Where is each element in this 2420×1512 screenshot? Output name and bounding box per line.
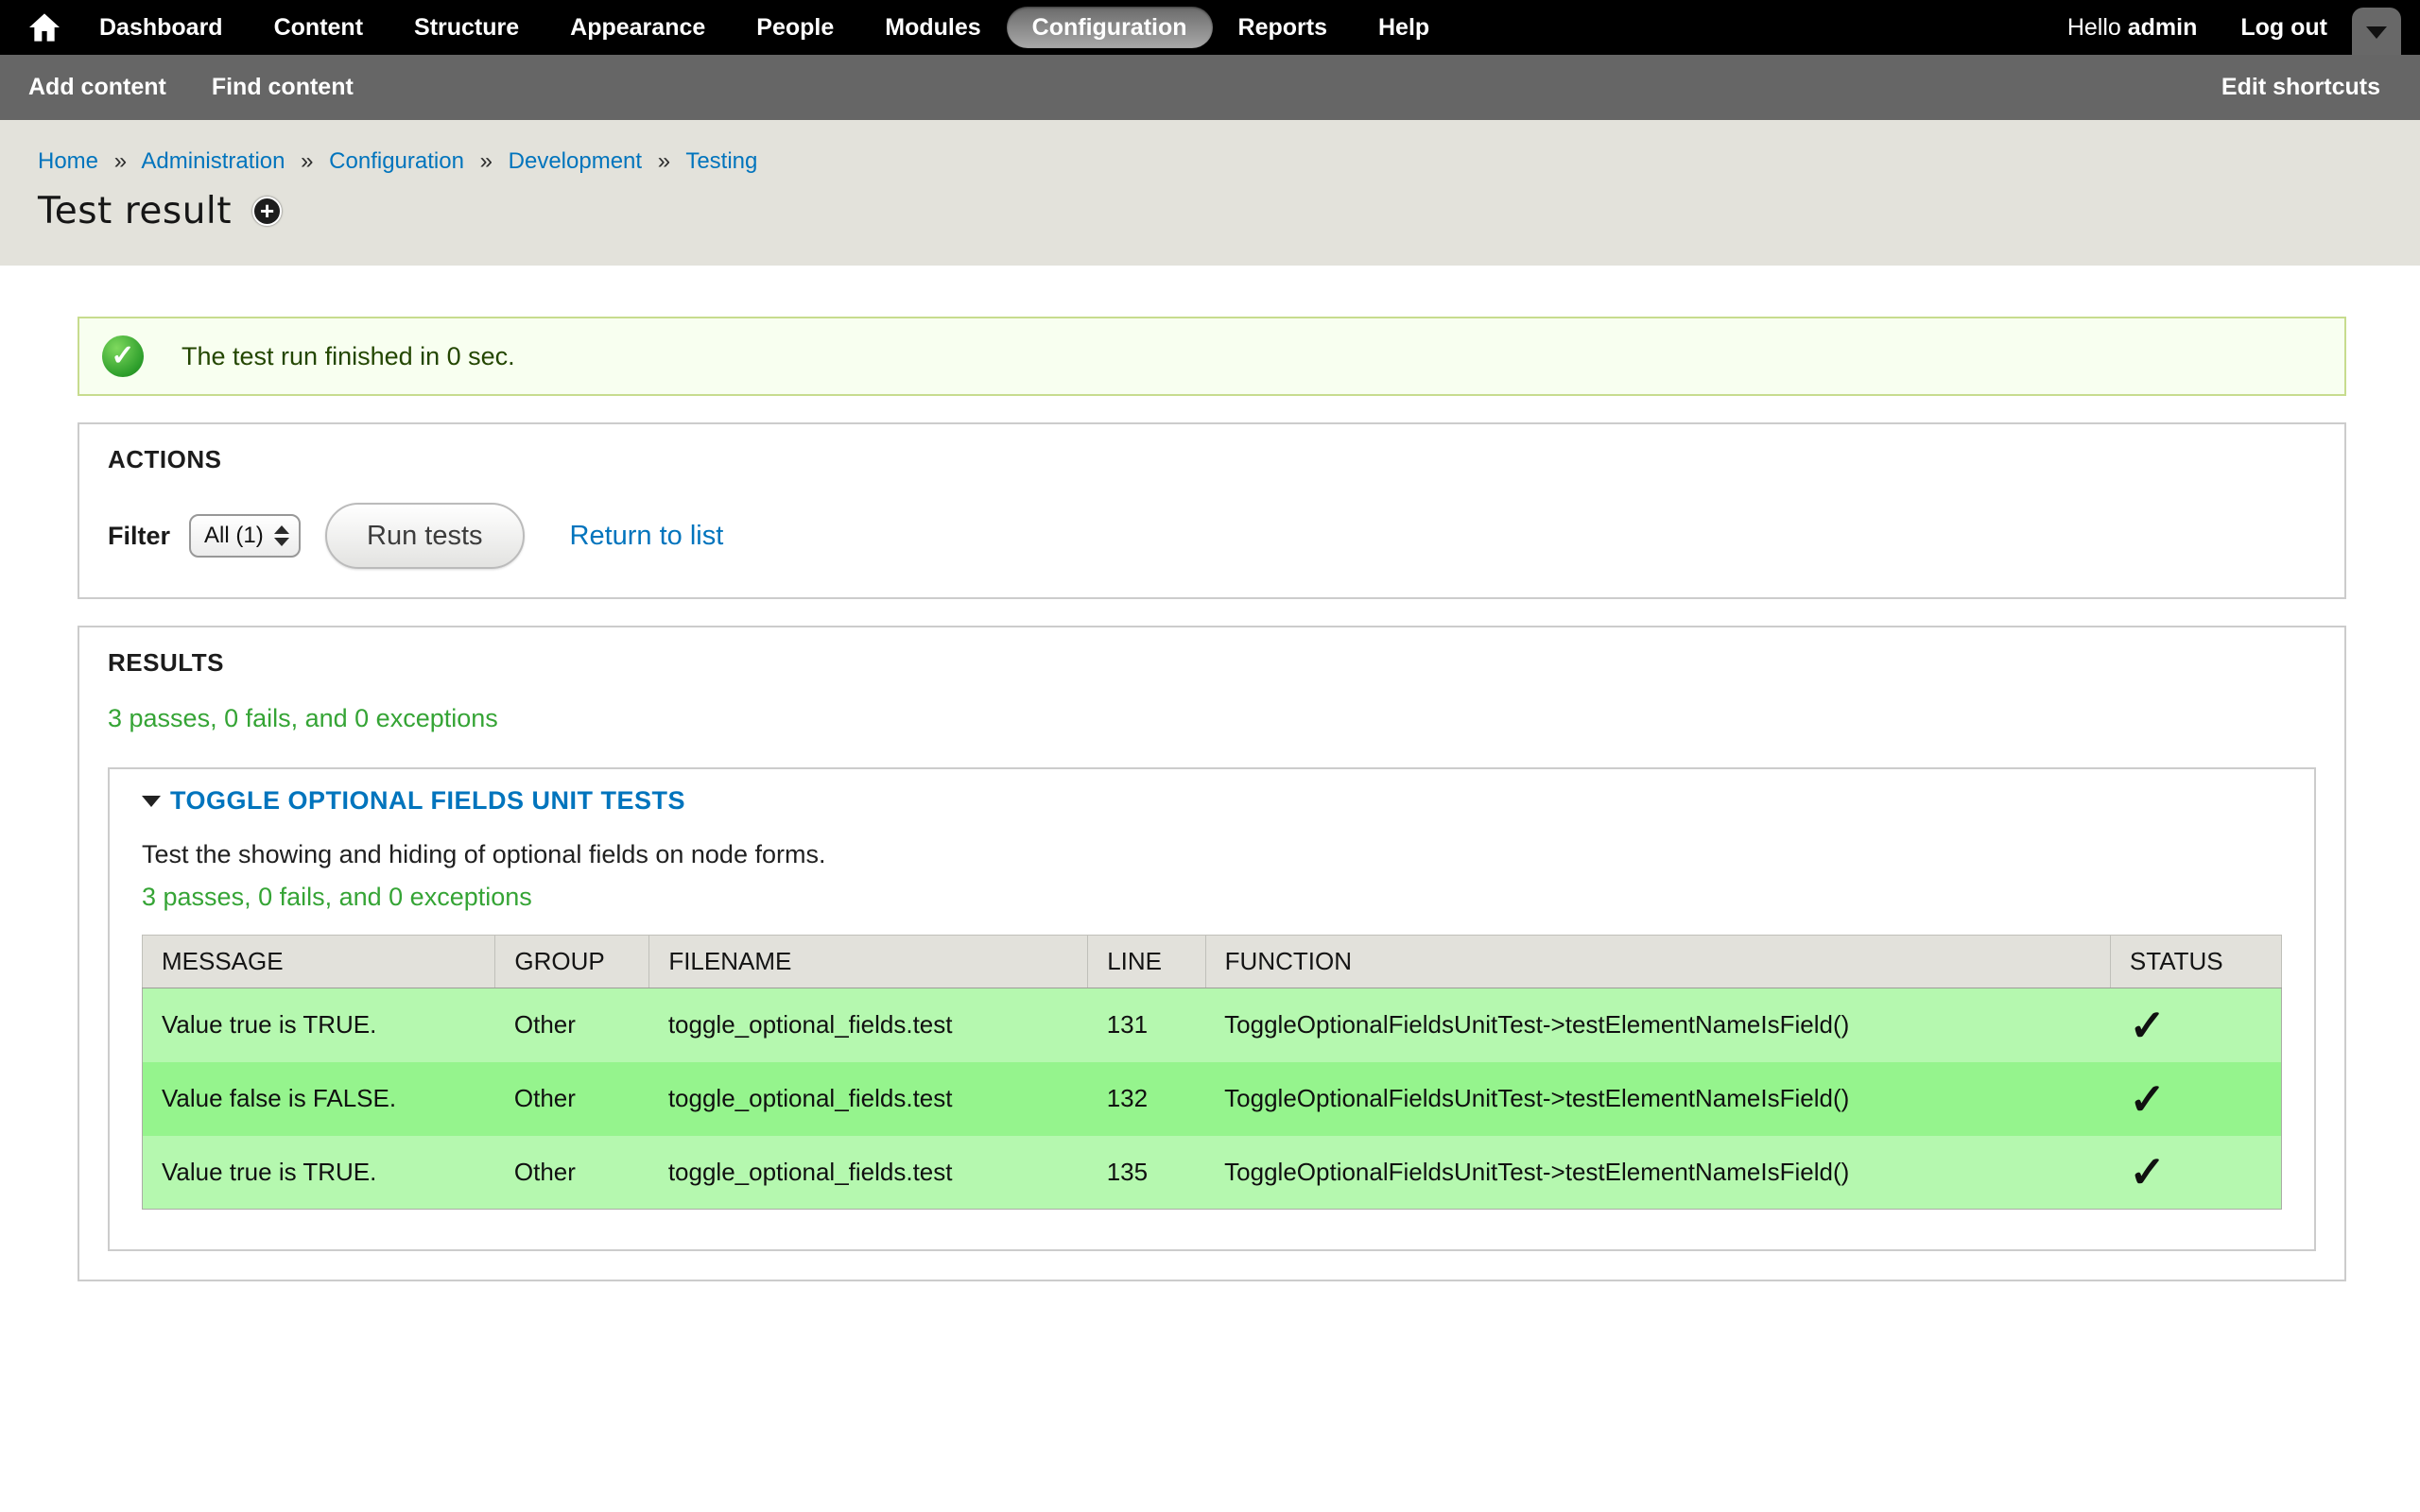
column-header-group: GROUP: [495, 936, 649, 988]
toolbar-item-help[interactable]: Help: [1353, 7, 1455, 48]
test-group-summary: 3 passes, 0 fails, and 0 exceptions: [142, 883, 2282, 912]
toolbar-item-structure[interactable]: Structure: [389, 7, 544, 48]
actions-fieldset: ACTIONS Filter All (1) Run tests Return …: [78, 422, 2346, 599]
breadcrumb-development[interactable]: Development: [509, 148, 642, 174]
table-row: Value true is TRUE. Other toggle_optiona…: [143, 1136, 2282, 1210]
toolbar-item-people[interactable]: People: [731, 7, 859, 48]
shortcut-find-content[interactable]: Find content: [212, 74, 354, 101]
page-header: Home » Administration » Configuration » …: [0, 120, 2420, 266]
cell-message: Value true is TRUE.: [143, 988, 495, 1062]
column-header-line: LINE: [1088, 936, 1205, 988]
cell-function: ToggleOptionalFieldsUnitTest->testElemen…: [1205, 988, 2110, 1062]
results-fieldset: RESULTS 3 passes, 0 fails, and 0 excepti…: [78, 626, 2346, 1281]
admin-toolbar: Dashboard Content Structure Appearance P…: [0, 0, 2420, 55]
greeting-prefix: Hello: [2067, 14, 2128, 41]
cell-line: 132: [1088, 1062, 1205, 1136]
cell-message: Value false is FALSE.: [143, 1062, 495, 1136]
shortcut-add-content[interactable]: Add content: [28, 74, 166, 101]
cell-filename: toggle_optional_fields.test: [649, 1136, 1088, 1210]
toolbar-drawer-toggle-button[interactable]: [2352, 8, 2401, 55]
results-summary: 3 passes, 0 fails, and 0 exceptions: [108, 704, 2316, 733]
breadcrumb-separator: »: [114, 148, 127, 174]
collapse-arrow-icon: [142, 796, 161, 807]
filter-label: Filter: [108, 522, 170, 551]
column-header-status: STATUS: [2110, 936, 2281, 988]
cell-group: Other: [495, 1062, 649, 1136]
return-to-list-link[interactable]: Return to list: [570, 521, 724, 552]
test-group-description: Test the showing and hiding of optional …: [142, 840, 2282, 869]
test-group-title-link[interactable]: TOGGLE OPTIONAL FIELDS UNIT TESTS: [170, 786, 685, 816]
actions-row: Filter All (1) Run tests Return to list: [108, 503, 2316, 569]
filter-select[interactable]: All (1): [189, 514, 301, 558]
chevron-down-icon: [2366, 26, 2387, 39]
toolbar-item-appearance[interactable]: Appearance: [544, 7, 731, 48]
status-ok-icon: ✓: [102, 335, 144, 377]
breadcrumb-testing[interactable]: Testing: [685, 148, 757, 174]
user-greeting: Hello admin: [2067, 14, 2198, 42]
column-header-function: FUNCTION: [1205, 936, 2110, 988]
toolbar-item-reports[interactable]: Reports: [1213, 7, 1353, 48]
run-tests-button[interactable]: Run tests: [325, 503, 525, 569]
column-header-message: MESSAGE: [143, 936, 495, 988]
table-row: Value true is TRUE. Other toggle_optiona…: [143, 988, 2282, 1062]
breadcrumb-home[interactable]: Home: [38, 148, 98, 174]
breadcrumb: Home » Administration » Configuration » …: [38, 148, 2420, 175]
table-row: Value false is FALSE. Other toggle_optio…: [143, 1062, 2282, 1136]
breadcrumb-separator: »: [301, 148, 313, 174]
home-icon-glyph: [29, 13, 60, 42]
cell-filename: toggle_optional_fields.test: [649, 1062, 1088, 1136]
results-legend: RESULTS: [108, 648, 2316, 678]
page-title: Test result: [38, 190, 232, 232]
status-message-text: The test run finished in 0 sec.: [182, 342, 515, 371]
breadcrumb-administration[interactable]: Administration: [141, 148, 285, 174]
test-group-header: TOGGLE OPTIONAL FIELDS UNIT TESTS: [142, 786, 2282, 816]
logout-link[interactable]: Log out: [2240, 14, 2327, 42]
status-message: ✓ The test run finished in 0 sec.: [78, 317, 2346, 396]
results-table: MESSAGE GROUP FILENAME LINE FUNCTION STA…: [142, 935, 2282, 1210]
pass-check-icon: ✓: [2110, 1062, 2281, 1136]
toolbar-menu: Dashboard Content Structure Appearance P…: [74, 7, 1455, 48]
cell-function: ToggleOptionalFieldsUnitTest->testElemen…: [1205, 1136, 2110, 1210]
cell-group: Other: [495, 988, 649, 1062]
pass-check-icon: ✓: [2110, 1136, 2281, 1210]
pass-check-icon: ✓: [2110, 988, 2281, 1062]
toolbar-item-modules[interactable]: Modules: [859, 7, 1006, 48]
cell-function: ToggleOptionalFieldsUnitTest->testElemen…: [1205, 1062, 2110, 1136]
edit-shortcuts-link[interactable]: Edit shortcuts: [2221, 74, 2380, 101]
shortcuts-bar: Add content Find content Edit shortcuts: [0, 55, 2420, 120]
main-content: ✓ The test run finished in 0 sec. ACTION…: [0, 266, 2420, 1281]
table-header-row: MESSAGE GROUP FILENAME LINE FUNCTION STA…: [143, 936, 2282, 988]
cell-line: 135: [1088, 1136, 1205, 1210]
select-arrows-icon: [274, 525, 289, 546]
add-shortcut-plus-icon[interactable]: +: [252, 197, 282, 226]
toolbar-item-dashboard[interactable]: Dashboard: [74, 7, 249, 48]
username[interactable]: admin: [2128, 14, 2198, 41]
cell-message: Value true is TRUE.: [143, 1136, 495, 1210]
cell-line: 131: [1088, 988, 1205, 1062]
home-icon[interactable]: [15, 0, 74, 55]
test-group-fieldset: TOGGLE OPTIONAL FIELDS UNIT TESTS Test t…: [108, 767, 2316, 1251]
breadcrumb-separator: »: [658, 148, 670, 174]
cell-group: Other: [495, 1136, 649, 1210]
filter-select-value: All (1): [204, 523, 264, 549]
cell-filename: toggle_optional_fields.test: [649, 988, 1088, 1062]
breadcrumb-configuration[interactable]: Configuration: [329, 148, 464, 174]
column-header-filename: FILENAME: [649, 936, 1088, 988]
toolbar-item-configuration[interactable]: Configuration: [1007, 7, 1213, 48]
actions-legend: ACTIONS: [108, 445, 2316, 474]
toolbar-item-content[interactable]: Content: [249, 7, 389, 48]
breadcrumb-separator: »: [480, 148, 493, 174]
title-row: Test result +: [38, 190, 2420, 232]
